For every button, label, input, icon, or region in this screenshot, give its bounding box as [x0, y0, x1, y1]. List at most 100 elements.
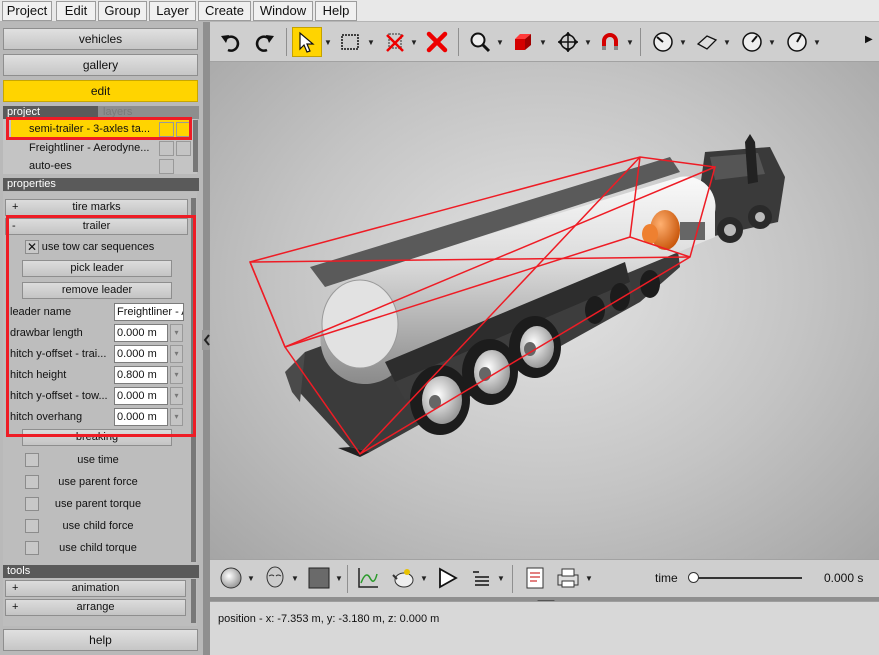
document-icon — [526, 567, 544, 589]
toolbar-separator — [347, 565, 348, 593]
lock-cell[interactable] — [176, 141, 191, 156]
3d-viewport[interactable] — [210, 62, 879, 559]
move-button[interactable] — [553, 27, 583, 57]
play-button[interactable] — [432, 563, 462, 593]
toolbar-separator — [458, 28, 459, 56]
project-item-auto-ees[interactable]: auto-ees — [11, 157, 191, 174]
sequence-button[interactable] — [466, 563, 496, 593]
chevron-down-icon[interactable]: ▼ — [626, 38, 634, 47]
delete-tool-button[interactable] — [380, 27, 410, 57]
position-readout: position - x: -7.353 m, y: -3.180 m, z: … — [218, 613, 440, 625]
menu-edit[interactable]: Edit — [56, 1, 96, 21]
status-bar: position - x: -7.353 m, y: -3.180 m, z: … — [210, 601, 879, 655]
chevron-down-icon[interactable]: ▼ — [768, 38, 776, 47]
magnet-button[interactable] — [595, 27, 625, 57]
animation-section[interactable]: + animation — [5, 580, 186, 597]
highlight-trailer-section — [6, 215, 196, 437]
arrange-label: arrange — [76, 601, 115, 613]
visibility-cell[interactable] — [159, 141, 174, 156]
time-label: time — [655, 571, 678, 585]
tire-marks-section[interactable]: + tire marks — [5, 199, 188, 216]
rectangle-select-button[interactable] — [335, 27, 365, 57]
gallery-button[interactable]: gallery — [3, 54, 198, 76]
time-value: 0.000 s — [824, 571, 864, 585]
help-button[interactable]: help — [3, 629, 198, 651]
dial-button-2[interactable] — [782, 27, 812, 57]
project-item-label: Freightliner - Aerodyne... — [29, 142, 150, 154]
plane-icon — [696, 35, 718, 50]
material-sphere-button[interactable] — [216, 563, 246, 593]
chevron-down-icon[interactable]: ▼ — [410, 38, 418, 47]
menu-create[interactable]: Create — [198, 1, 251, 21]
chevron-down-icon[interactable]: ▼ — [291, 574, 299, 583]
time-slider[interactable] — [692, 577, 802, 579]
dial-button[interactable] — [737, 27, 767, 57]
chevron-down-icon[interactable]: ▼ — [496, 38, 504, 47]
red-cube-icon — [515, 34, 531, 50]
document-button[interactable] — [520, 563, 550, 593]
project-list-scrollbar[interactable] — [193, 120, 198, 172]
tools-scrollbar[interactable] — [191, 579, 196, 623]
chevron-down-icon[interactable]: ▼ — [679, 38, 687, 47]
visibility-cell[interactable] — [159, 159, 174, 174]
gauge-button[interactable] — [648, 27, 678, 57]
plane-button[interactable] — [692, 27, 722, 57]
vehicles-button[interactable]: vehicles — [3, 28, 198, 50]
chevron-down-icon[interactable]: ▼ — [723, 38, 731, 47]
chevron-down-icon[interactable]: ▼ — [335, 574, 343, 583]
undo-button[interactable] — [215, 27, 245, 57]
chevron-down-icon[interactable]: ▼ — [585, 574, 593, 583]
select-tool-button[interactable] — [292, 27, 322, 57]
select-arrow-icon — [299, 31, 315, 53]
toolbar-overflow-icon[interactable]: ▶ — [865, 34, 873, 45]
chevron-down-icon[interactable]: ▼ — [247, 574, 255, 583]
redo-icon — [255, 35, 274, 52]
use-parent-force-label: use parent force — [58, 476, 138, 488]
redo-button[interactable] — [250, 27, 280, 57]
toolbar-separator — [512, 565, 513, 593]
edit-button[interactable]: edit — [3, 80, 198, 102]
left-panel: vehicles gallery edit project layers sem… — [0, 22, 203, 655]
graph-icon — [358, 568, 378, 588]
use-child-force-row[interactable]: use child force — [22, 517, 174, 535]
record-button[interactable] — [388, 563, 418, 593]
teapot-icon — [392, 569, 414, 588]
chevron-down-icon[interactable]: ▼ — [813, 38, 821, 47]
expand-icon: + — [12, 582, 19, 594]
color-swatch-button[interactable] — [304, 563, 334, 593]
chevron-down-icon[interactable]: ▼ — [367, 38, 375, 47]
undo-icon — [221, 35, 240, 52]
print-button[interactable] — [553, 563, 583, 593]
use-time-row[interactable]: use time — [22, 451, 174, 469]
arrange-section[interactable]: + arrange — [5, 599, 186, 616]
rectangle-select-icon — [341, 34, 359, 50]
use-child-torque-row[interactable]: use child torque — [22, 539, 174, 557]
toolbar-separator — [286, 28, 287, 56]
head-button[interactable] — [260, 563, 290, 593]
highlight-project-item — [6, 117, 192, 140]
use-parent-torque-row[interactable]: use parent torque — [22, 495, 174, 513]
chevron-down-icon[interactable]: ▼ — [420, 574, 428, 583]
chevron-down-icon[interactable]: ▼ — [584, 38, 592, 47]
graph-button[interactable] — [353, 563, 383, 593]
use-child-torque-label: use child torque — [59, 542, 137, 554]
chevron-down-icon[interactable]: ▼ — [324, 38, 332, 47]
project-item-freightliner[interactable]: Freightliner - Aerodyne... — [11, 139, 191, 158]
list-icon — [473, 571, 489, 586]
remove-button[interactable] — [422, 27, 452, 57]
menu-window[interactable]: Window — [253, 1, 313, 21]
menu-layer[interactable]: Layer — [149, 1, 196, 21]
menu-help[interactable]: Help — [315, 1, 357, 21]
project-item-label: auto-ees — [29, 160, 72, 172]
chevron-down-icon[interactable]: ▼ — [539, 38, 547, 47]
zoom-button[interactable] — [465, 27, 495, 57]
tools-header: tools — [3, 565, 199, 578]
menu-group[interactable]: Group — [98, 1, 147, 21]
zoom-icon — [470, 32, 491, 53]
menu-project[interactable]: Project — [2, 1, 52, 21]
cube-button[interactable] — [508, 27, 538, 57]
use-parent-force-row[interactable]: use parent force — [22, 473, 174, 491]
play-icon — [439, 567, 458, 589]
time-slider-handle[interactable] — [688, 572, 699, 583]
chevron-down-icon[interactable]: ▼ — [497, 574, 505, 583]
